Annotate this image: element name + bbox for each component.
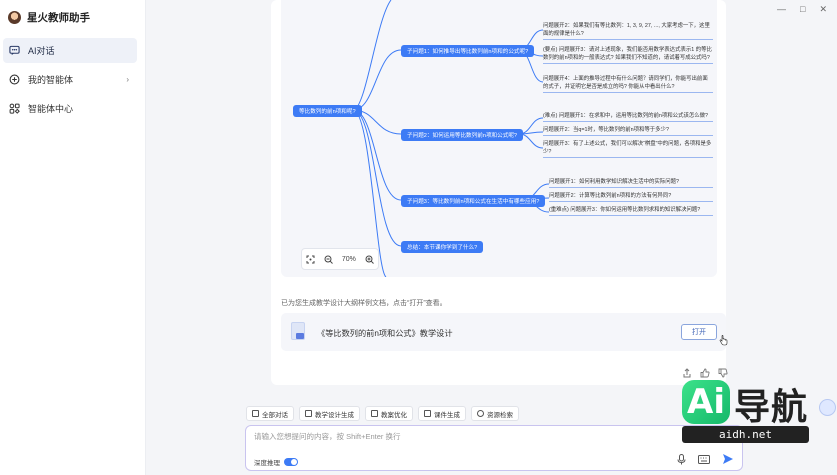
tool-label: 资源检索	[487, 411, 513, 419]
sidebar-item-ai-chat[interactable]: AI对话	[3, 38, 137, 63]
zoom-out-icon[interactable]	[324, 255, 333, 264]
mindmap-leaf[interactable]: (难点) 问题展开1：在求和中，运用等比数列的前n项和公式该怎么做?	[543, 112, 713, 122]
thumbs-up-icon[interactable]	[700, 368, 710, 378]
zoom-level: 70%	[341, 255, 356, 263]
open-document-button[interactable]: 打开	[681, 324, 717, 340]
mindmap-leaf[interactable]: 问题展开2：当q=1时，等比数列的前n项和等于多少?	[543, 126, 713, 136]
tool-resource-search[interactable]: 资源检索	[471, 406, 519, 421]
quick-tools: 全部对话 教学设计生成 教案优化 课件生成 资源检索	[246, 406, 519, 421]
chat-icon	[9, 45, 20, 56]
keyboard-icon[interactable]	[698, 454, 710, 464]
tool-label: 教案优化	[381, 411, 407, 419]
tool-label: 全部对话	[262, 411, 288, 419]
window-controls: — □ ✕	[777, 4, 827, 15]
history-icon	[252, 410, 259, 417]
tool-all-conversations[interactable]: 全部对话	[246, 406, 294, 421]
mindmap-canvas[interactable]: 等比数列的前n项和呢? 子问题1：如何推导出等比数列前n项和的公式呢? 问题展开…	[281, 0, 717, 277]
edit-doc-icon	[371, 410, 378, 417]
tool-lesson-design[interactable]: 教学设计生成	[299, 406, 360, 421]
watermark-logo: Ai	[682, 380, 730, 424]
watermark-text: 导航	[734, 387, 809, 428]
search-icon	[477, 410, 484, 417]
mindmap-leaf[interactable]: (要点) 问题展开3：请对上述现象，我们能否用数学表达式表示1 的等比数列的前n…	[543, 46, 713, 64]
watermark-url: aidh.net	[682, 426, 809, 443]
sidebar-item-my-agents[interactable]: 我的智能体 ›	[3, 67, 137, 92]
minimize-button[interactable]: —	[777, 4, 786, 15]
tool-label: 课件生成	[434, 411, 460, 419]
share-icon[interactable]	[682, 368, 692, 378]
mindmap-leaf[interactable]: (重难点) 问题展开3：你如何运用等比数列求和的知识解决问题?	[549, 206, 713, 216]
agent-icon	[9, 74, 20, 85]
mindmap-leaf[interactable]: 问题展开1：如何利用数学知识解决生活中的实际问题?	[549, 178, 713, 188]
deep-think-control: 深度推理	[254, 457, 298, 467]
watermark: Ai 导航 aidh.net	[682, 380, 809, 445]
sidebar-item-label: 智能体中心	[28, 104, 74, 114]
app-brand: 星火教师助手	[8, 10, 90, 25]
tool-courseware[interactable]: 课件生成	[418, 406, 466, 421]
chat-input[interactable]	[254, 432, 674, 441]
sidebar-item-label: 我的智能体	[28, 75, 74, 85]
feedback-actions	[682, 368, 728, 378]
slides-icon	[424, 410, 431, 417]
deep-think-toggle[interactable]	[284, 458, 298, 466]
thumbs-down-icon[interactable]	[718, 368, 728, 378]
grid-icon	[9, 103, 20, 114]
document-attachment[interactable]: 《等比数列的前n项和公式》教学设计 打开	[281, 313, 728, 351]
zoom-in-icon[interactable]	[365, 255, 374, 264]
microphone-icon[interactable]	[677, 453, 686, 465]
document-icon	[291, 322, 305, 340]
assistant-float-button[interactable]	[819, 399, 836, 416]
hand-cursor-icon	[719, 335, 728, 346]
mindmap-leaf[interactable]: 问题展开2：计算等比数列前n项和的方法有何异同?	[549, 192, 713, 202]
generation-notice: 已为您生成教学设计大纲样例文档，点击“打开”查看。	[281, 300, 447, 307]
mindmap-branch-node[interactable]: 子问题1：如何推导出等比数列前n项和的公式呢?	[401, 45, 535, 57]
send-icon[interactable]	[722, 453, 734, 465]
mindmap-branch-node[interactable]: 子问题2：如何运用等比数列前n项和公式呢?	[401, 129, 524, 141]
zoom-controls: 70%	[301, 248, 379, 270]
mindmap-branch-node[interactable]: 总结：本节课你学到了什么?	[401, 241, 484, 253]
input-actions	[677, 453, 734, 465]
app-title: 星火教师助手	[27, 12, 90, 24]
mindmap-root-node[interactable]: 等比数列的前n项和呢?	[293, 105, 362, 117]
document-title[interactable]: 《等比数列的前n项和公式》教学设计	[317, 327, 453, 339]
deep-think-label: 深度推理	[254, 460, 280, 467]
mindmap-leaf[interactable]: 问题展开4：上面的推导过程中有什么问题？请同学们，你能写出前面的式子，并证明它是…	[543, 75, 713, 93]
sidebar-item-label: AI对话	[28, 46, 55, 56]
chevron-right-icon: ›	[126, 75, 129, 84]
tool-lesson-optimize[interactable]: 教案优化	[365, 406, 413, 421]
response-card: 等比数列的前n项和呢? 子问题1：如何推导出等比数列前n项和的公式呢? 问题展开…	[271, 0, 728, 385]
pen-icon	[305, 410, 312, 417]
mindmap-leaf[interactable]: 问题展开3：有了上述公式，我们可以解决“棋盘”中的问题，各项和是多少?	[543, 140, 713, 158]
close-button[interactable]: ✕	[819, 4, 827, 15]
maximize-button[interactable]: □	[800, 4, 805, 15]
sidebar: 星火教师助手 AI对话 我的智能体 › 智能体中心	[0, 0, 146, 475]
mindmap-leaf[interactable]: 问题展开2：如果我们有等比数列：1, 3, 9, 27, ..., 大家考虑一下…	[543, 22, 713, 40]
sidebar-nav: AI对话 我的智能体 › 智能体中心	[3, 38, 137, 125]
app-avatar	[8, 11, 21, 24]
fit-screen-icon[interactable]	[306, 255, 315, 264]
tool-label: 教学设计生成	[315, 411, 354, 419]
chat-input-box: 深度推理	[245, 425, 743, 471]
mindmap-branch-node[interactable]: 子问题3：等比数列前n项和公式在生活中有哪些应用?	[401, 195, 546, 207]
sidebar-item-agent-center[interactable]: 智能体中心	[3, 96, 137, 121]
